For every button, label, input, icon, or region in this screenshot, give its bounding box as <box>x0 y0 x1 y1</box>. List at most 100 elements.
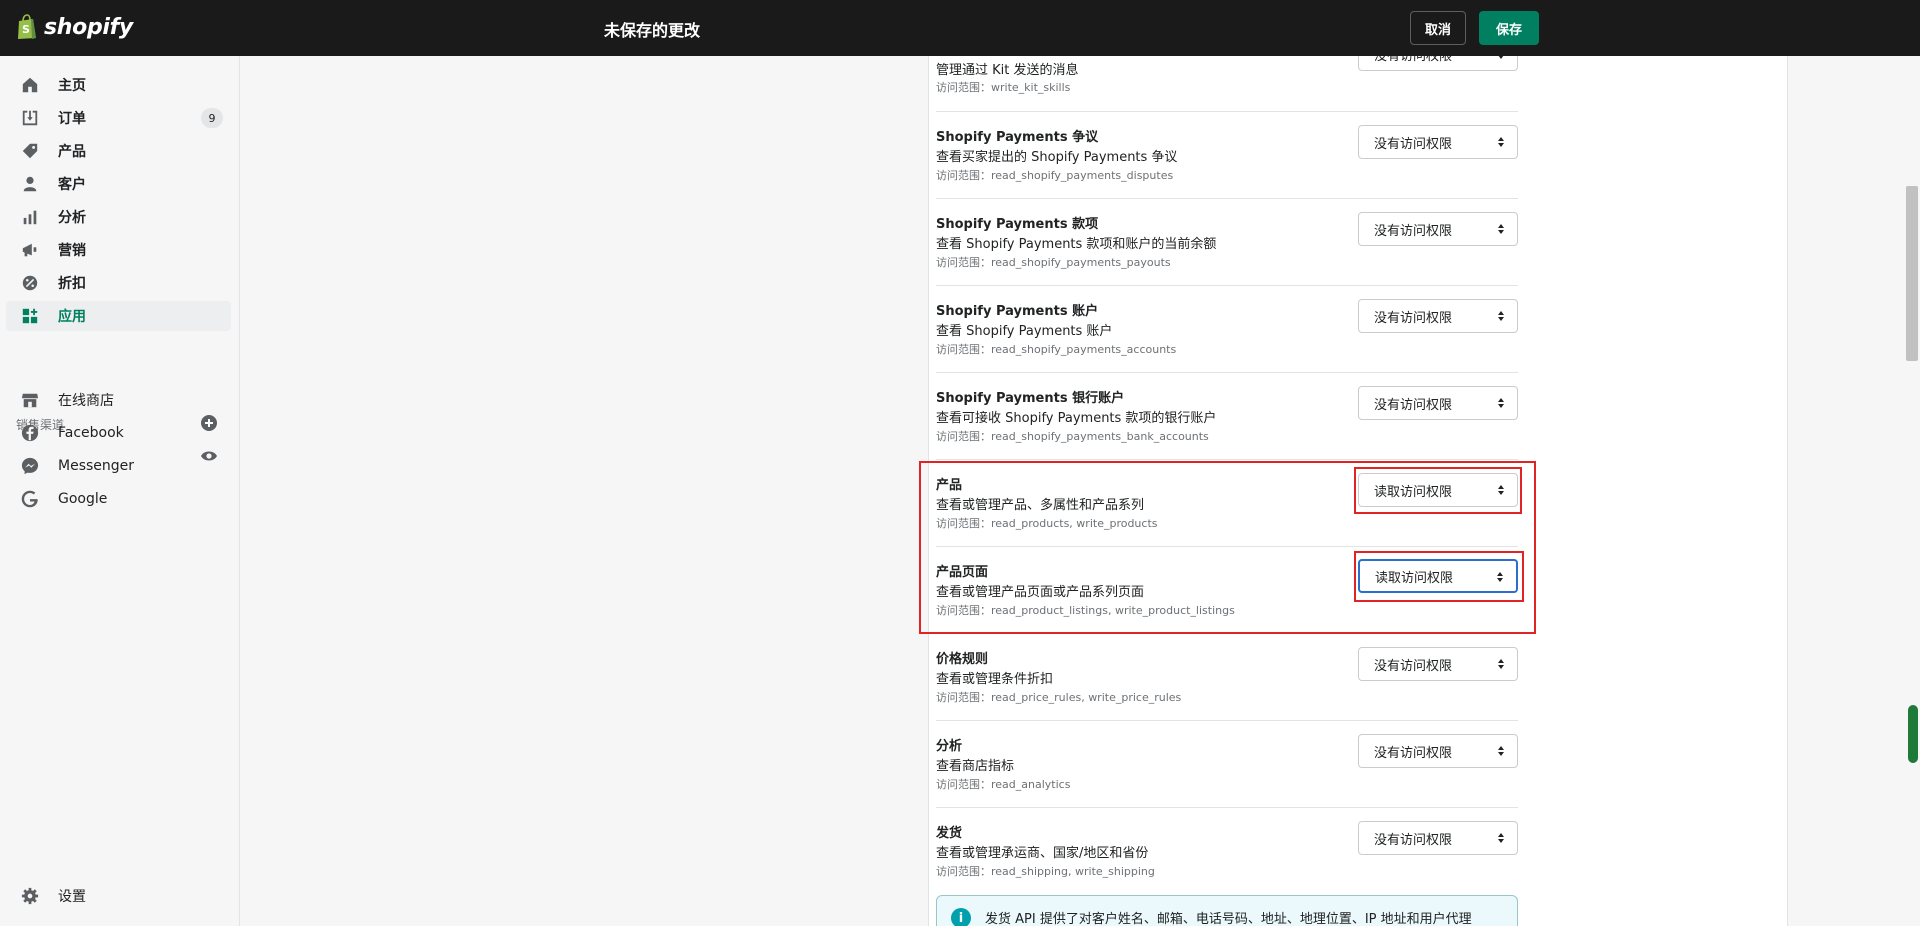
shopify-bag-icon: S <box>18 14 36 39</box>
permission-scope: 访问范围：read_shopify_payments_accounts <box>936 343 1177 356</box>
permission-row-payments-payouts: Shopify Payments 款项 查看 Shopify Payments … <box>936 199 1518 286</box>
sidebar-item-label: 分析 <box>58 210 86 226</box>
access-select[interactable]: 没有访问权限 <box>1358 647 1518 681</box>
tag-icon <box>20 141 40 161</box>
permission-title: Shopify Payments 银行账户 <box>936 391 1125 406</box>
select-arrows-icon <box>1498 659 1504 669</box>
sidebar-item-analytics[interactable]: 分析 <box>6 202 231 232</box>
access-select-value: 没有访问权限 <box>1374 745 1453 761</box>
permission-row-shipping: 发货 查看或管理承运商、国家/地区和省份 访问范围：read_shipping,… <box>936 808 1518 895</box>
sidebar-item-label: 设置 <box>58 889 86 905</box>
sidebar-item-online-store[interactable]: 在线商店 <box>6 385 231 415</box>
sidebar-item-label: 客户 <box>58 177 86 193</box>
sidebar-item-label: 在线商店 <box>58 393 114 409</box>
permission-description: 查看买家提出的 Shopify Payments 争议 <box>936 150 1178 165</box>
home-icon <box>20 75 40 95</box>
permission-description: 管理通过 Kit 发送的消息 <box>936 63 1079 78</box>
permission-title: Shopify Payments 账户 <box>936 304 1099 319</box>
store-icon <box>20 390 40 410</box>
highlight-box-listings-select <box>1354 551 1524 602</box>
permission-description: 查看 Shopify Payments 款项和账户的当前余额 <box>936 237 1217 252</box>
permission-scope: 访问范围：read_shipping, write_shipping <box>936 865 1155 878</box>
permission-title: 价格规则 <box>936 652 989 667</box>
access-select[interactable]: 没有访问权限 <box>1358 125 1518 159</box>
select-arrows-icon <box>1498 311 1504 321</box>
sidebar-item-label: 营销 <box>58 243 86 259</box>
permission-description: 查看或管理承运商、国家/地区和省份 <box>936 846 1149 861</box>
permission-row-payments-disputes: Shopify Payments 争议 查看买家提出的 Shopify Paym… <box>936 112 1518 199</box>
shopify-logo[interactable]: S shopify <box>16 14 133 40</box>
sidebar-item-products[interactable]: 产品 <box>6 136 231 166</box>
access-select[interactable]: 没有访问权限 <box>1358 734 1518 768</box>
permission-row-payments-bank-accounts: Shopify Payments 银行账户 查看可接收 Shopify Paym… <box>936 373 1518 460</box>
info-icon: i <box>951 908 971 926</box>
select-arrows-icon <box>1498 398 1504 408</box>
megaphone-icon <box>20 240 40 260</box>
access-select-value: 没有访问权限 <box>1374 223 1453 239</box>
access-select-value: 没有访问权限 <box>1374 658 1453 674</box>
top-bar: S shopify 未保存的更改 取消 保存 <box>0 0 1920 56</box>
svg-text:S: S <box>22 23 30 36</box>
sidebar-item-google[interactable]: Google <box>6 484 231 514</box>
highlight-box-products-select <box>1354 467 1522 514</box>
sidebar-item-orders[interactable]: 订单 9 <box>6 103 231 133</box>
permission-description: 查看商店指标 <box>936 759 1015 774</box>
permission-scope: 访问范围：read_price_rules, write_price_rules <box>936 691 1182 704</box>
scrollbar-thumb[interactable] <box>1906 186 1918 361</box>
permission-scope: 访问范围：write_kit_skills <box>936 81 1071 94</box>
sidebar-item-facebook[interactable]: Facebook <box>6 418 231 448</box>
permission-title: Shopify Payments 争议 <box>936 130 1099 145</box>
permission-title: 发货 <box>936 826 963 841</box>
facebook-icon <box>20 423 40 443</box>
access-select[interactable]: 没有访问权限 <box>1358 212 1518 246</box>
brand-wordmark: shopify <box>44 14 133 40</box>
permission-row-price-rules: 价格规则 查看或管理条件折扣 访问范围：read_price_rules, wr… <box>936 634 1518 721</box>
access-select[interactable]: 没有访问权限 <box>1358 299 1518 333</box>
permission-row-payments-accounts: Shopify Payments 账户 查看 Shopify Payments … <box>936 286 1518 373</box>
permission-scope: 访问范围：read_analytics <box>936 778 1071 791</box>
customer-icon <box>20 174 40 194</box>
orders-count-badge: 9 <box>201 108 223 128</box>
access-select[interactable]: 没有访问权限 <box>1358 821 1518 855</box>
sidebar-item-label: 折扣 <box>58 276 86 292</box>
select-arrows-icon <box>1498 137 1504 147</box>
access-select-value: 没有访问权限 <box>1374 310 1453 326</box>
save-button[interactable]: 保存 <box>1479 11 1539 45</box>
unsaved-changes-title: 未保存的更改 <box>604 21 701 40</box>
analytics-icon <box>20 207 40 227</box>
sidebar-item-discounts[interactable]: 折扣 <box>6 268 231 298</box>
permission-row-analytics: 分析 查看商店指标 访问范围：read_analytics 没有访问权限 <box>936 721 1518 808</box>
google-icon <box>20 489 40 509</box>
orders-icon <box>20 108 40 128</box>
gear-icon <box>20 886 40 906</box>
sidebar-item-marketing[interactable]: 营销 <box>6 235 231 265</box>
sidebar-item-messenger[interactable]: Messenger <box>6 451 231 481</box>
sidebar-item-label: Facebook <box>58 425 124 441</box>
sidebar-item-home[interactable]: 主页 <box>6 70 231 100</box>
sidebar: 主页 订单 9 产品 客户 分析 营销 折扣 应用 销售渠道 在线商店 Face… <box>0 56 240 926</box>
permission-title: 分析 <box>936 739 963 754</box>
access-select-value: 没有访问权限 <box>1374 832 1453 848</box>
select-arrows-icon <box>1498 746 1504 756</box>
messenger-icon <box>20 456 40 476</box>
sidebar-item-label: Messenger <box>58 458 135 474</box>
sidebar-item-apps[interactable]: 应用 <box>6 301 231 331</box>
info-banner-text: 发货 API 提供了对客户姓名、邮箱、电话号码、地址、地理位置、IP 地址和用户… <box>985 912 1472 926</box>
sidebar-item-label: 产品 <box>58 144 86 160</box>
sidebar-item-label: 应用 <box>58 309 86 325</box>
sidebar-item-customers[interactable]: 客户 <box>6 169 231 199</box>
permission-scope: 访问范围：read_shopify_payments_payouts <box>936 256 1171 269</box>
sidebar-item-label: 订单 <box>58 111 86 127</box>
access-select-value: 没有访问权限 <box>1374 136 1453 152</box>
scroll-indicator[interactable] <box>1908 705 1918 763</box>
sidebar-item-settings[interactable]: 设置 <box>6 881 231 911</box>
select-arrows-icon <box>1498 833 1504 843</box>
sidebar-item-label: 主页 <box>58 78 86 94</box>
select-arrows-icon <box>1498 224 1504 234</box>
permission-description: 查看或管理条件折扣 <box>936 672 1054 687</box>
cancel-button[interactable]: 取消 <box>1410 11 1466 45</box>
info-banner: i 发货 API 提供了对客户姓名、邮箱、电话号码、地址、地理位置、IP 地址和… <box>936 895 1518 926</box>
access-select[interactable]: 没有访问权限 <box>1358 386 1518 420</box>
sidebar-item-label: Google <box>58 491 108 507</box>
permission-description: 查看 Shopify Payments 账户 <box>936 324 1113 339</box>
